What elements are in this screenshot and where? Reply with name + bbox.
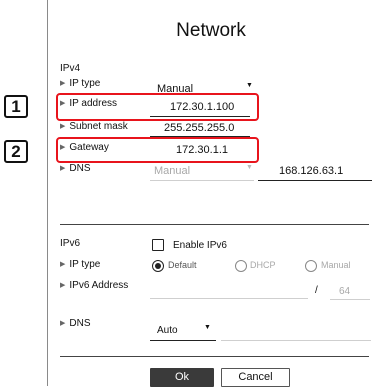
ipv6-ip-type-label: IP type bbox=[69, 259, 101, 270]
ipv6-dns-label: DNS bbox=[69, 318, 91, 329]
ipv6-prefix-input[interactable]: 64 bbox=[339, 286, 350, 297]
ipv6-address-underline bbox=[150, 298, 308, 299]
ipv4-dns-mode-underline bbox=[150, 180, 254, 181]
ipv6-prefix-separator: / bbox=[315, 285, 318, 296]
ipv4-ip-type-caret-icon[interactable]: ▼ bbox=[246, 82, 253, 89]
ipv4-ip-type-label: IP type bbox=[69, 78, 101, 89]
ipv6-address-label: IPv6 Address bbox=[69, 280, 129, 291]
enable-ipv6-label: Enable IPv6 bbox=[173, 240, 227, 251]
ipv4-dns-mode-select[interactable]: Manual bbox=[154, 165, 190, 177]
callout-2: 2 bbox=[4, 140, 28, 163]
callout-1: 1 bbox=[4, 95, 28, 118]
ipv6-type-dhcp-label: DHCP bbox=[250, 260, 276, 270]
ipv4-dns-server-underline bbox=[258, 180, 372, 181]
ipv6-ip-type-row-label: ▶ IP type bbox=[60, 259, 100, 270]
ipv6-type-default-label: Default bbox=[168, 260, 197, 270]
ipv6-type-default-radio[interactable] bbox=[152, 260, 164, 272]
ipv4-section-label: IPv4 bbox=[60, 63, 81, 74]
triangle-bullet-icon: ▶ bbox=[60, 320, 66, 327]
ipv6-dns-row-label: ▶ DNS bbox=[60, 318, 91, 329]
ipv4-dns-label: DNS bbox=[69, 163, 91, 174]
ipv6-prefix-underline bbox=[330, 299, 370, 300]
triangle-bullet-icon: ▶ bbox=[60, 123, 66, 130]
ipv6-section-label: IPv6 bbox=[60, 238, 81, 249]
ipv6-dns-mode-caret-icon[interactable]: ▼ bbox=[204, 324, 211, 331]
ipv6-type-dhcp-radio[interactable] bbox=[235, 260, 247, 272]
ipv4-subnet-row-label: ▶ Subnet mask bbox=[60, 121, 128, 132]
ipv4-dns-mode-caret-icon[interactable]: ▼ bbox=[246, 164, 253, 171]
ipv4-ip-type-row-label: ▶ IP type bbox=[60, 78, 100, 89]
enable-ipv6-checkbox[interactable] bbox=[152, 239, 164, 251]
triangle-bullet-icon: ▶ bbox=[60, 165, 66, 172]
cancel-button[interactable]: Cancel bbox=[221, 368, 290, 387]
ipv6-address-input[interactable] bbox=[150, 284, 305, 296]
footer-divider bbox=[60, 356, 369, 357]
ipv6-dns-mode-underline bbox=[150, 340, 216, 341]
ipv4-dns-row-label: ▶ DNS bbox=[60, 163, 91, 174]
dialog-title: Network bbox=[176, 20, 246, 41]
gateway-highlight bbox=[56, 137, 259, 163]
ip-address-highlight bbox=[56, 93, 259, 121]
triangle-bullet-icon: ▶ bbox=[60, 80, 66, 87]
ipv6-address-row-label: ▶ IPv6 Address bbox=[60, 280, 128, 291]
ok-button[interactable]: Ok bbox=[150, 368, 214, 387]
ipv4-dns-server-input[interactable]: 168.126.63.1 bbox=[279, 165, 343, 177]
section-divider bbox=[60, 224, 369, 225]
ipv6-type-manual-label: Manual bbox=[321, 260, 351, 270]
ipv4-subnet-mask-label: Subnet mask bbox=[69, 121, 128, 132]
triangle-bullet-icon: ▶ bbox=[60, 261, 66, 268]
triangle-bullet-icon: ▶ bbox=[60, 282, 66, 289]
ipv6-dns-server-underline bbox=[221, 340, 371, 341]
ipv4-subnet-mask-input[interactable]: 255.255.255.0 bbox=[164, 122, 234, 134]
ipv6-type-manual-radio[interactable] bbox=[305, 260, 317, 272]
ipv6-dns-mode-select[interactable]: Auto bbox=[157, 325, 178, 336]
